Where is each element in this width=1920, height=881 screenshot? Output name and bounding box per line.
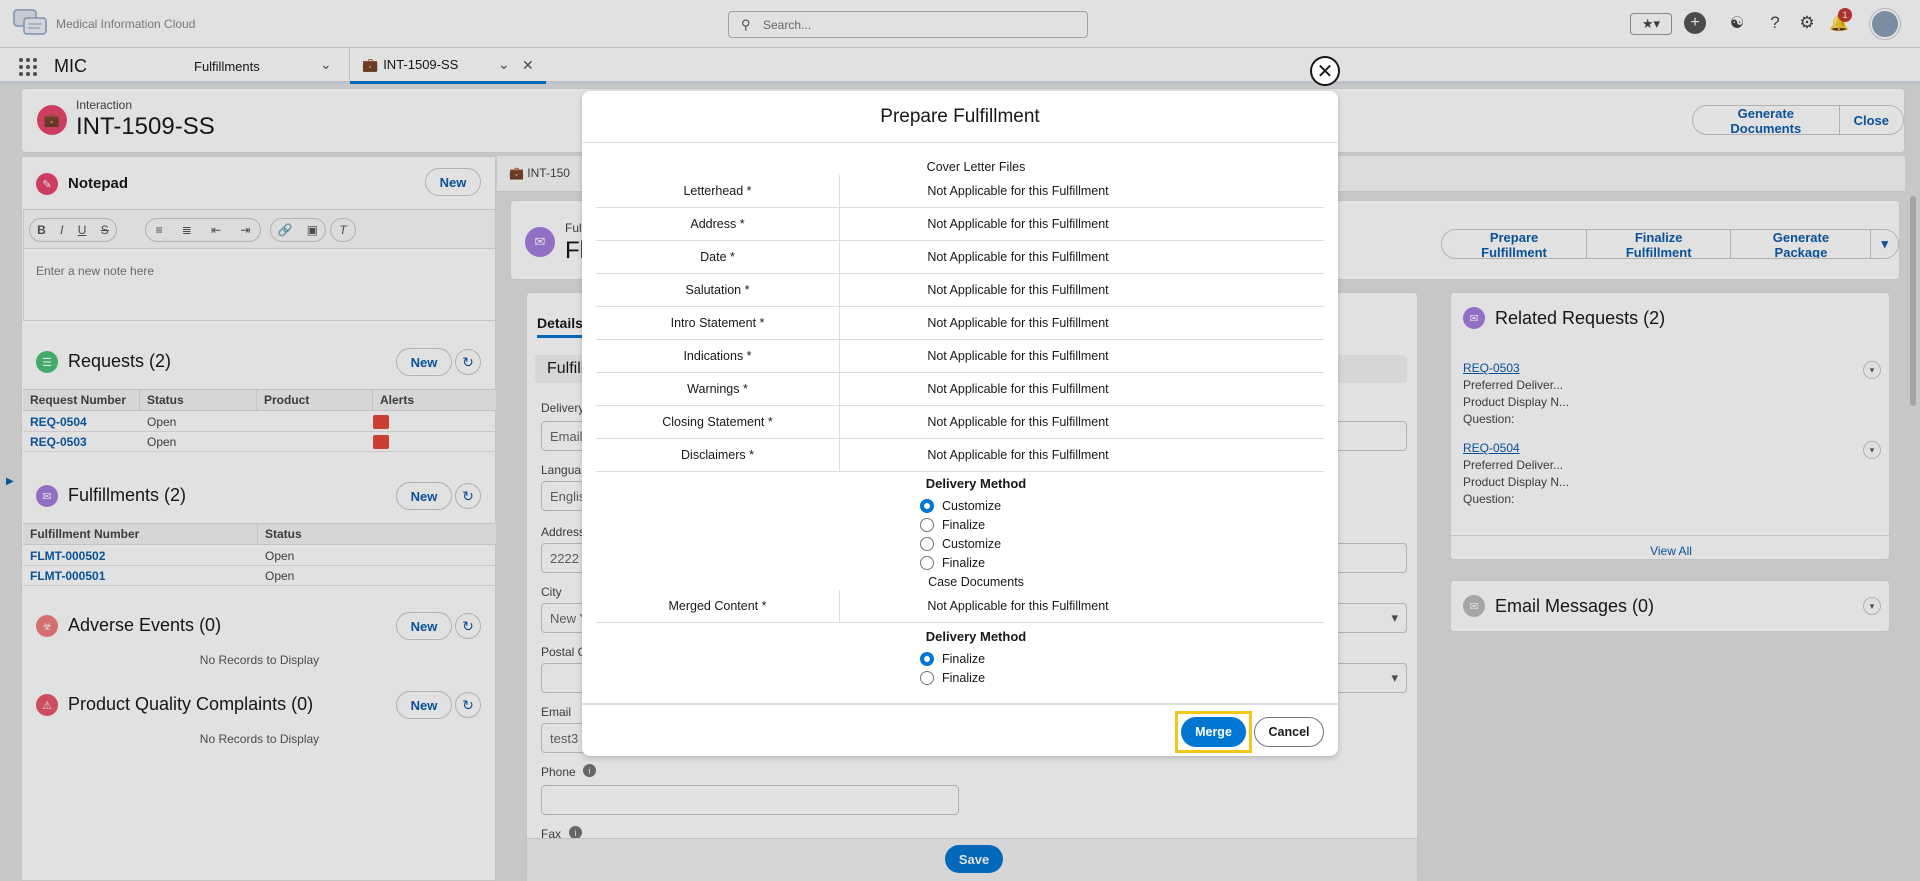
row-value: Not Applicable for this Fulfillment (927, 250, 1109, 264)
cover-letter-heading: Cover Letter Files (926, 160, 1026, 174)
row-label: Disclaimers * (596, 439, 840, 471)
row-value: Not Applicable for this Fulfillment (927, 217, 1109, 231)
delivery-option-customize[interactable]: Customize (920, 499, 1001, 513)
modal-row-indications: Indications * Not Applicable for this Ful… (596, 340, 1324, 373)
modal-row-address: Address * Not Applicable for this Fulfill… (596, 208, 1324, 241)
modal-row-letterhead: Letterhead * Not Applicable for this Fulf… (596, 175, 1324, 208)
case-documents-heading: Case Documents (928, 575, 1024, 589)
delivery-method-heading-2: Delivery Method (925, 629, 1027, 644)
row-label: Warnings * (596, 373, 840, 405)
radio-selected-icon (920, 499, 934, 513)
modal-title: Prepare Fulfillment (582, 91, 1338, 143)
row-label: Merged Content * (596, 590, 840, 622)
row-value: Not Applicable for this Fulfillment (927, 184, 1109, 198)
row-label: Letterhead * (596, 175, 840, 207)
row-value: Not Applicable for this Fulfillment (927, 382, 1109, 396)
row-label: Salutation * (596, 274, 840, 306)
modal-row-disclaimers: Disclaimers * Not Applicable for this Ful… (596, 439, 1324, 472)
row-label: Indications * (596, 340, 840, 372)
radio-selected-icon (920, 652, 934, 666)
row-value: Not Applicable for this Fulfillment (927, 599, 1109, 613)
radio-label: Customize (942, 499, 1002, 513)
row-value: Not Applicable for this Fulfillment (927, 448, 1109, 462)
radio-label: Finalize (942, 518, 986, 532)
row-value: Not Applicable for this Fulfillment (927, 283, 1109, 297)
radio-label: Finalize (942, 652, 986, 666)
row-label: Closing Statement * (596, 406, 840, 438)
modal-row-intro: Intro Statement * Not Applicable for this… (596, 307, 1324, 340)
modal-row-merged: Merged Content * Not Applicable for this … (596, 590, 1324, 623)
delivery2-option-finalize[interactable]: Finalize (920, 652, 985, 666)
radio-label: Finalize (942, 556, 986, 570)
radio-icon (920, 556, 934, 570)
row-label: Date * (596, 241, 840, 273)
row-label: Address * (596, 208, 840, 240)
modal-row-warnings: Warnings * Not Applicable for this Fulfil… (596, 373, 1324, 406)
delivery-option-finalize[interactable]: Finalize (920, 518, 985, 532)
row-label: Intro Statement * (596, 307, 840, 339)
radio-label: Customize (942, 537, 1002, 551)
radio-label: Finalize (942, 671, 986, 685)
modal-row-salutation: Salutation * Not Applicable for this Fulf… (596, 274, 1324, 307)
modal-row-date: Date * Not Applicable for this Fulfillmen… (596, 241, 1324, 274)
row-value: Not Applicable for this Fulfillment (927, 316, 1109, 330)
radio-icon (920, 671, 934, 685)
row-value: Not Applicable for this Fulfillment (927, 415, 1109, 429)
modal-row-closing: Closing Statement * Not Applicable for th… (596, 406, 1324, 439)
radio-icon (920, 537, 934, 551)
cancel-button[interactable]: Cancel (1254, 717, 1324, 747)
delivery2-option-finalize-2[interactable]: Finalize (920, 671, 985, 685)
row-value: Not Applicable for this Fulfillment (927, 349, 1109, 363)
merge-button[interactable]: Merge (1181, 717, 1246, 747)
prepare-fulfillment-modal: Prepare Fulfillment Cover Letter Files L… (582, 91, 1338, 756)
modal-close-icon[interactable]: ✕ (1310, 56, 1340, 86)
delivery-option-customize-2[interactable]: Customize (920, 537, 1001, 551)
radio-icon (920, 518, 934, 532)
delivery-option-finalize-2[interactable]: Finalize (920, 556, 985, 570)
modal-footer: Merge Cancel (582, 703, 1338, 756)
delivery-method-heading: Delivery Method (925, 476, 1027, 491)
